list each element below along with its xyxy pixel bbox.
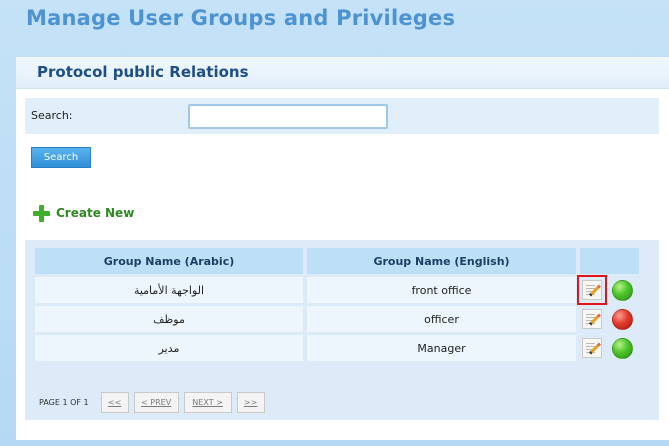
cell-actions bbox=[580, 335, 639, 361]
cell-arabic-name: الواجهة الأمامية bbox=[35, 277, 303, 303]
cell-arabic-name: موظف bbox=[35, 306, 303, 332]
cell-english-name: officer bbox=[307, 306, 576, 332]
header-arabic-name[interactable]: Group Name (Arabic) bbox=[35, 248, 303, 274]
header-english-name[interactable]: Group Name (English) bbox=[307, 248, 576, 274]
search-row: Search: bbox=[25, 98, 659, 134]
edit-icon[interactable] bbox=[582, 338, 602, 358]
page-indicator: PAGE 1 OF 1 bbox=[39, 398, 89, 407]
prev-page-button[interactable]: < PREV bbox=[133, 392, 179, 413]
cell-english-name: Manager bbox=[307, 335, 576, 361]
groups-table-container: Group Name (Arabic) Group Name (English)… bbox=[25, 240, 659, 420]
create-new-label: Create New bbox=[56, 206, 135, 220]
status-active-icon[interactable] bbox=[612, 337, 633, 359]
panel-title: Protocol public Relations bbox=[16, 57, 669, 89]
cell-arabic-name: مدير bbox=[35, 335, 303, 361]
create-new-link[interactable]: Create New bbox=[33, 203, 134, 223]
pagination: PAGE 1 OF 1 << < PREV NEXT > >> bbox=[39, 392, 270, 413]
search-label: Search: bbox=[31, 109, 73, 122]
table-row: مدير Manager bbox=[35, 335, 639, 361]
groups-table: Group Name (Arabic) Group Name (English)… bbox=[35, 248, 639, 364]
plus-icon bbox=[33, 204, 50, 222]
edit-icon[interactable] bbox=[577, 275, 607, 305]
search-input[interactable] bbox=[188, 104, 388, 129]
cell-english-name: front office bbox=[307, 277, 576, 303]
cell-actions bbox=[577, 275, 639, 305]
table-header-row: Group Name (Arabic) Group Name (English) bbox=[35, 248, 639, 274]
table-row: موظف officer bbox=[35, 306, 639, 332]
first-page-button[interactable]: << bbox=[100, 392, 129, 413]
page-title: Manage User Groups and Privileges bbox=[26, 6, 456, 30]
cell-actions bbox=[580, 306, 639, 332]
table-row: الواجهة الأمامية front office bbox=[35, 275, 639, 305]
next-page-button[interactable]: NEXT > bbox=[183, 392, 232, 413]
status-active-icon[interactable] bbox=[612, 279, 633, 301]
status-inactive-icon[interactable] bbox=[612, 308, 633, 330]
search-button[interactable]: Search bbox=[31, 147, 91, 168]
header-actions bbox=[580, 248, 639, 274]
last-page-button[interactable]: >> bbox=[236, 392, 265, 413]
main-panel: Protocol public Relations Search: Search… bbox=[16, 57, 669, 440]
edit-icon[interactable] bbox=[582, 309, 602, 329]
